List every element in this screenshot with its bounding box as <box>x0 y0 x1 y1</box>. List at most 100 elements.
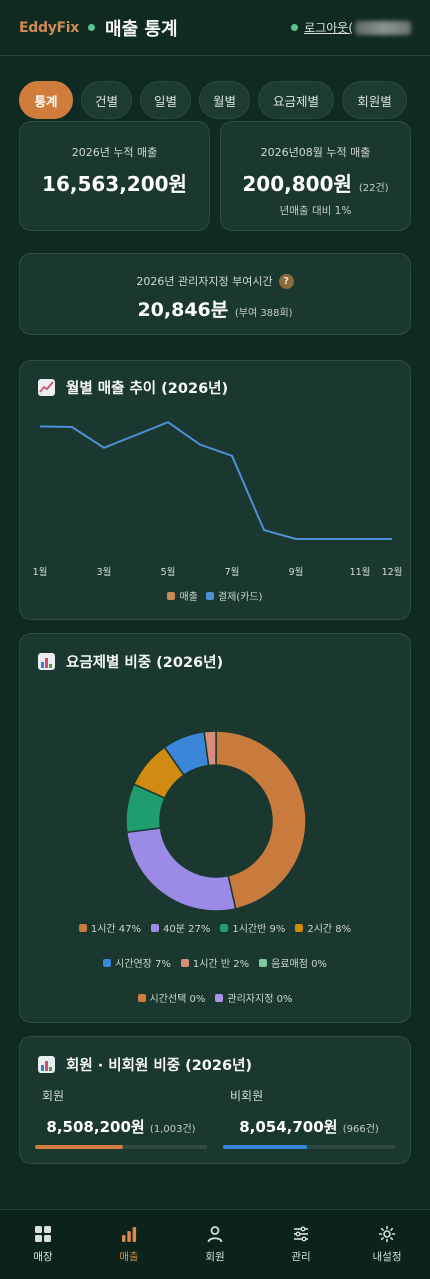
grid-icon <box>34 1225 52 1249</box>
nav-label: 회원 <box>205 1251 225 1263</box>
legend-label: 음료매점 0% <box>271 959 327 970</box>
legend-swatch <box>167 591 176 600</box>
legend-swatch <box>78 923 87 932</box>
monthly-sales-card: 월별 매출 추이 (2026년) 1월 3월 5월 7월 9월 11월 12월 매출 결제(카… <box>19 360 411 620</box>
legend-label: 1시간반 9% <box>232 924 286 935</box>
legend-swatch <box>103 958 112 967</box>
legend-item[interactable]: 음료매점 0% <box>259 955 327 970</box>
non-member-ratio-bar <box>223 1145 395 1149</box>
member-value: 8,508,200원 <box>46 1118 145 1136</box>
bar-chart-icon <box>38 653 55 670</box>
brand-logo[interactable]: EddyFix <box>19 20 79 36</box>
x-tick-label: 11월 <box>350 566 371 578</box>
legend-item[interactable]: 시간연장 7% <box>103 955 171 970</box>
member-ratio-bar <box>35 1145 207 1149</box>
monthly-sales-line-chart: 1월 3월 5월 7월 9월 11월 12월 <box>33 421 403 578</box>
gear-icon <box>378 1225 396 1249</box>
bottom-navigation: 매장 매출 회원 관리 내설정 <box>0 1209 430 1279</box>
tab-1[interactable]: 건별 <box>81 81 132 119</box>
member-split-title-text: 회원 · 비회원 비중 (2026년) <box>66 1058 253 1074</box>
legend-swatch <box>137 993 146 1002</box>
legend-swatch <box>220 923 229 932</box>
nav-item-2[interactable]: 회원 <box>172 1210 258 1279</box>
legend-label: 시간연장 7% <box>115 959 171 970</box>
admin-time-sub: (부여 388회) <box>234 308 293 319</box>
bar-chart-icon <box>38 1056 55 1073</box>
year-total-value: 16,563,200원 <box>42 172 187 196</box>
nav-item-4[interactable]: 내설정 <box>344 1210 430 1279</box>
legend-item[interactable]: 결제(카드) <box>205 588 263 603</box>
x-tick-label: 9월 <box>289 566 304 578</box>
plan-share-title: 요금제별 비중 (2026년) <box>38 651 223 672</box>
nav-item-1[interactable]: 매출 <box>86 1210 172 1279</box>
legend-item[interactable]: 시간선택 0% <box>137 990 206 1005</box>
tab-4[interactable]: 요금제별 <box>258 81 334 119</box>
legend-item[interactable]: 2시간 8% <box>295 920 351 935</box>
legend-swatch <box>259 958 268 967</box>
plan-share-title-text: 요금제별 비중 (2026년) <box>66 655 224 671</box>
legend-label: 40분 27% <box>163 924 211 935</box>
legend-item[interactable]: 40분 27% <box>151 920 210 935</box>
nav-label: 내설정 <box>372 1251 402 1263</box>
admin-time-card: 2026년 관리자지정 부여시간 ? 20,846분 (부여 388회) <box>19 253 411 335</box>
series-line-1 <box>39 421 392 540</box>
member-count: (1,003건) <box>149 1124 196 1135</box>
help-icon[interactable]: ? <box>278 273 294 289</box>
member-label: 회원 <box>42 1089 65 1103</box>
person-icon <box>206 1225 224 1249</box>
member-value-row: 8,508,200원 (1,003건) <box>35 1116 207 1137</box>
legend-label: 1시간 반 2% <box>192 959 250 970</box>
plan-share-legend: 1시간 47% 40분 27% 1시간반 9% 2시간 8% 시간연장 7% 1시간 반 … <box>60 920 370 1005</box>
nav-item-0[interactable]: 매장 <box>0 1210 86 1279</box>
logout-link[interactable]: 로그아웃( <box>291 19 411 36</box>
legend-label: 1시간 47% <box>90 924 141 935</box>
x-tick-label: 7월 <box>225 566 240 578</box>
plan-share-donut-chart <box>125 730 307 912</box>
year-total-label: 2026년 누적 매출 <box>71 146 158 159</box>
nav-label: 관리 <box>291 1251 311 1263</box>
tab-2[interactable]: 일별 <box>140 81 191 119</box>
tab-0[interactable]: 통계 <box>19 81 73 119</box>
monthly-sales-legend: 매출 결제(카드) <box>20 588 410 603</box>
tab-5[interactable]: 회원별 <box>342 81 407 119</box>
member-split-title: 회원 · 비회원 비중 (2026년) <box>38 1054 252 1075</box>
legend-label: 매출 <box>179 592 198 603</box>
legend-label: 관리자지정 0% <box>227 994 293 1005</box>
admin-time-value: 20,846분 <box>137 299 229 321</box>
nav-item-3[interactable]: 관리 <box>258 1210 344 1279</box>
legend-swatch <box>151 923 159 932</box>
month-total-value-row: 200,800원 (22건) <box>221 168 410 197</box>
non-member-count: (966건) <box>342 1124 379 1135</box>
plan-share-card: 요금제별 비중 (2026년) 1시간 47% 40분 27% 1시간반 9% 2시간… <box>19 633 411 1023</box>
admin-time-value-row: 20,846분 (부여 388회) <box>20 295 410 322</box>
legend-label: 시간선택 0% <box>149 994 206 1005</box>
admin-time-label-row: 2026년 관리자지정 부여시간 ? <box>20 273 410 289</box>
sliders-icon <box>292 1225 310 1249</box>
donut-slice-1[interactable] <box>125 827 237 912</box>
x-tick-label: 12월 <box>382 566 403 578</box>
month-total-count: (22건) <box>358 183 389 194</box>
nav-label: 매장 <box>33 1251 53 1263</box>
legend-item[interactable]: 1시간 반 2% <box>180 955 250 970</box>
month-total-label: 2026년08월 누적 매출 <box>260 146 371 159</box>
stats-tabs: 통계 건별 일별 월별 요금제별 회원별 <box>0 68 430 120</box>
redacted-username <box>355 20 411 35</box>
member-split-card: 회원 · 비회원 비중 (2026년) 회원 비회원 8,508,200원 (1… <box>19 1036 411 1164</box>
legend-swatch <box>215 993 224 1002</box>
legend-swatch <box>180 958 189 967</box>
legend-item[interactable]: 관리자지정 0% <box>215 990 292 1005</box>
legend-item[interactable]: 매출 <box>167 588 198 603</box>
year-total-card: 2026년 누적 매출 16,563,200원 <box>19 121 210 231</box>
status-dot <box>88 24 96 31</box>
logout-label[interactable]: 로그아웃( <box>304 19 353 36</box>
non-member-value-row: 8,054,700원 (966건) <box>223 1116 395 1137</box>
x-tick-label: 1월 <box>33 566 48 578</box>
legend-label: 2시간 8% <box>307 924 352 935</box>
member-ratio-fill <box>35 1145 123 1149</box>
legend-item[interactable]: 1시간반 9% <box>220 920 285 935</box>
bar-chart-icon <box>120 1225 138 1249</box>
legend-label: 결제(카드) <box>217 592 263 603</box>
legend-item[interactable]: 1시간 47% <box>78 920 141 935</box>
app-header: EddyFix 매출 통계 로그아웃( <box>0 0 430 56</box>
tab-3[interactable]: 월별 <box>199 81 250 119</box>
